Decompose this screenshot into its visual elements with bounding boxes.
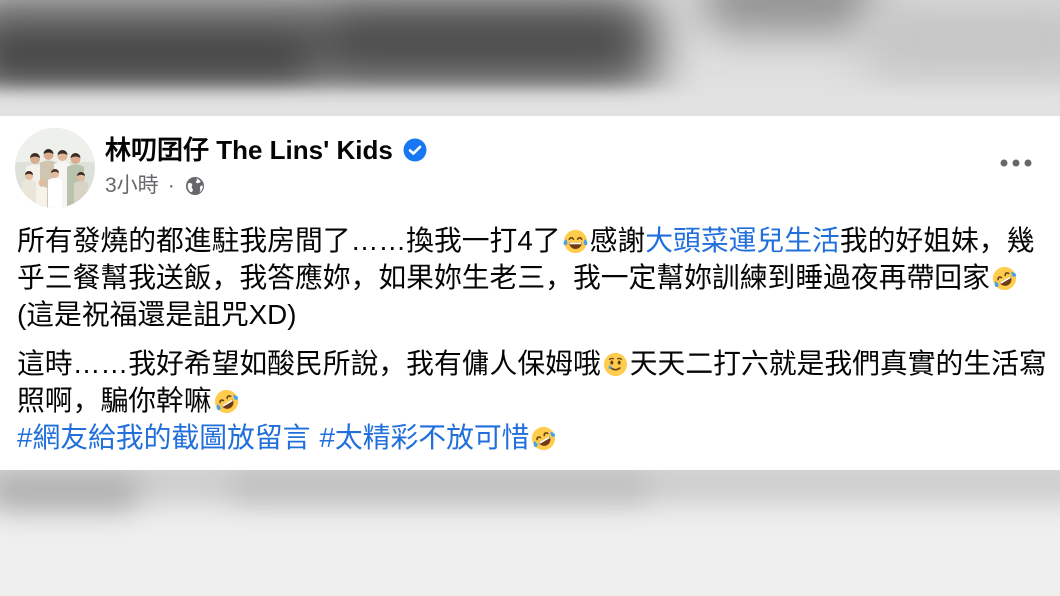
- blur-shape: [0, 92, 1060, 116]
- blur-shape: [330, 10, 630, 70]
- rolling-on-the-floor-laughing-icon: [991, 265, 1018, 292]
- rolling-on-the-floor-laughing-icon: [213, 388, 240, 415]
- blur-shape: [0, 476, 140, 512]
- post-author-row: 林叨囝仔 The Lins' Kids: [105, 133, 427, 167]
- post-text: 這時……我好希望如酸民所說，我有傭人保姆哦: [17, 348, 601, 379]
- post-text: 所有發燒的都進駐我房間了……換我一打4了: [17, 225, 561, 256]
- rolling-on-the-floor-laughing-icon: [530, 425, 557, 452]
- avatar[interactable]: [15, 128, 95, 208]
- author-name-link[interactable]: 林叨囝仔 The Lins' Kids: [105, 133, 393, 167]
- post-text-line: 照啊，騙你幹嘛: [17, 382, 1047, 419]
- post-text: 天天二打六就是我們真實的生活寫: [629, 348, 1047, 379]
- post-timestamp-link[interactable]: 3小時: [105, 173, 159, 199]
- verified-badge-icon: [403, 138, 427, 162]
- post-text: 照啊，騙你幹嘛: [17, 385, 212, 416]
- facebook-post-card: 林叨囝仔 The Lins' Kids 3小時 · 所有發燒的都進駐我房間了………: [0, 116, 1060, 470]
- meta-separator: ·: [167, 174, 175, 197]
- post-paragraph: 所有發燒的都進駐我房間了……換我一打4了 感謝大頭菜運兒生活我的好姐妹，幾 乎三餐…: [17, 222, 1047, 333]
- globe-icon: [185, 176, 205, 196]
- more-options-icon: [1000, 159, 1032, 167]
- screenshot-page: 林叨囝仔 The Lins' Kids 3小時 · 所有發燒的都進駐我房間了………: [0, 0, 1060, 596]
- blur-shape: [860, 0, 1060, 80]
- post-text: 感謝: [589, 225, 646, 256]
- post-text-line: (這是祝福還是詛咒XD): [17, 296, 1047, 333]
- blur-shape: [0, 38, 310, 84]
- blur-shape: [230, 472, 650, 502]
- top-blurred-backdrop: [0, 0, 1060, 116]
- smiling-face-with-tear-icon: [602, 351, 629, 378]
- post-text-line: 所有發燒的都進駐我房間了……換我一打4了 感謝大頭菜運兒生活我的好姐妹，幾: [17, 222, 1047, 259]
- post-text-line: #網友給我的截圖放留言 #太精彩不放可惜: [17, 419, 1047, 456]
- more-options-button[interactable]: [1000, 159, 1032, 167]
- post-text: 我的好姐妹，幾: [839, 225, 1035, 256]
- post-meta: 3小時 ·: [105, 173, 205, 199]
- post-text: (這是祝福還是詛咒XD): [17, 299, 297, 330]
- post-text: 乎三餐幫我送飯，我答應妳，如果妳生老三，我一定幫妳訓練到睡過夜再帶回家: [17, 262, 990, 293]
- blur-shape: [700, 0, 880, 32]
- avatar-group-photo: [15, 128, 95, 208]
- bottom-blurred-backdrop: [0, 470, 1060, 596]
- face-with-tears-of-joy-icon: [562, 228, 589, 255]
- mention-link[interactable]: 大頭菜運兒生活: [645, 225, 840, 256]
- hashtag-link[interactable]: #太精彩不放可惜: [319, 422, 529, 453]
- post-body: 所有發燒的都進駐我房間了……換我一打4了 感謝大頭菜運兒生活我的好姐妹，幾 乎三餐…: [17, 222, 1047, 456]
- hashtag-link[interactable]: #網友給我的截圖放留言: [17, 422, 310, 453]
- post-text-line: 這時……我好希望如酸民所說，我有傭人保姆哦 天天二打六就是我們真實的生活寫: [17, 345, 1047, 382]
- post-text-line: 乎三餐幫我送飯，我答應妳，如果妳生老三，我一定幫妳訓練到睡過夜再帶回家: [17, 259, 1047, 296]
- post-paragraph: 這時……我好希望如酸民所說，我有傭人保姆哦 天天二打六就是我們真實的生活寫 照啊，…: [17, 345, 1047, 456]
